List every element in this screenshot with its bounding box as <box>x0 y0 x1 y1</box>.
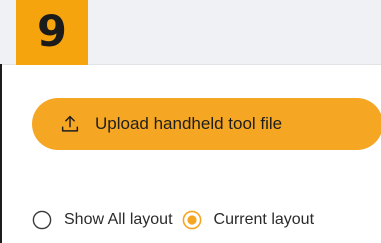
radio-current-layout[interactable]: Current layout <box>182 210 324 230</box>
upload-button-label: Upload handheld tool file <box>95 114 283 133</box>
upload-icon <box>61 115 79 132</box>
radio-label-show-all: Show All layout <box>64 211 173 228</box>
step-number-badge: 9 <box>16 0 88 65</box>
layout-radio-group: Show All layout Current layout <box>32 205 323 235</box>
radio-show-all-layout[interactable]: Show All layout <box>32 210 182 230</box>
panel-left-border <box>0 64 2 243</box>
app-frame: 9 Upload handheld tool file Show All lay… <box>0 0 381 243</box>
radio-label-current: Current layout <box>213 211 315 228</box>
radio-unchecked-icon[interactable] <box>32 210 52 230</box>
upload-handheld-tool-file-button[interactable]: Upload handheld tool file <box>32 98 381 150</box>
radio-checked-icon[interactable] <box>182 210 202 230</box>
